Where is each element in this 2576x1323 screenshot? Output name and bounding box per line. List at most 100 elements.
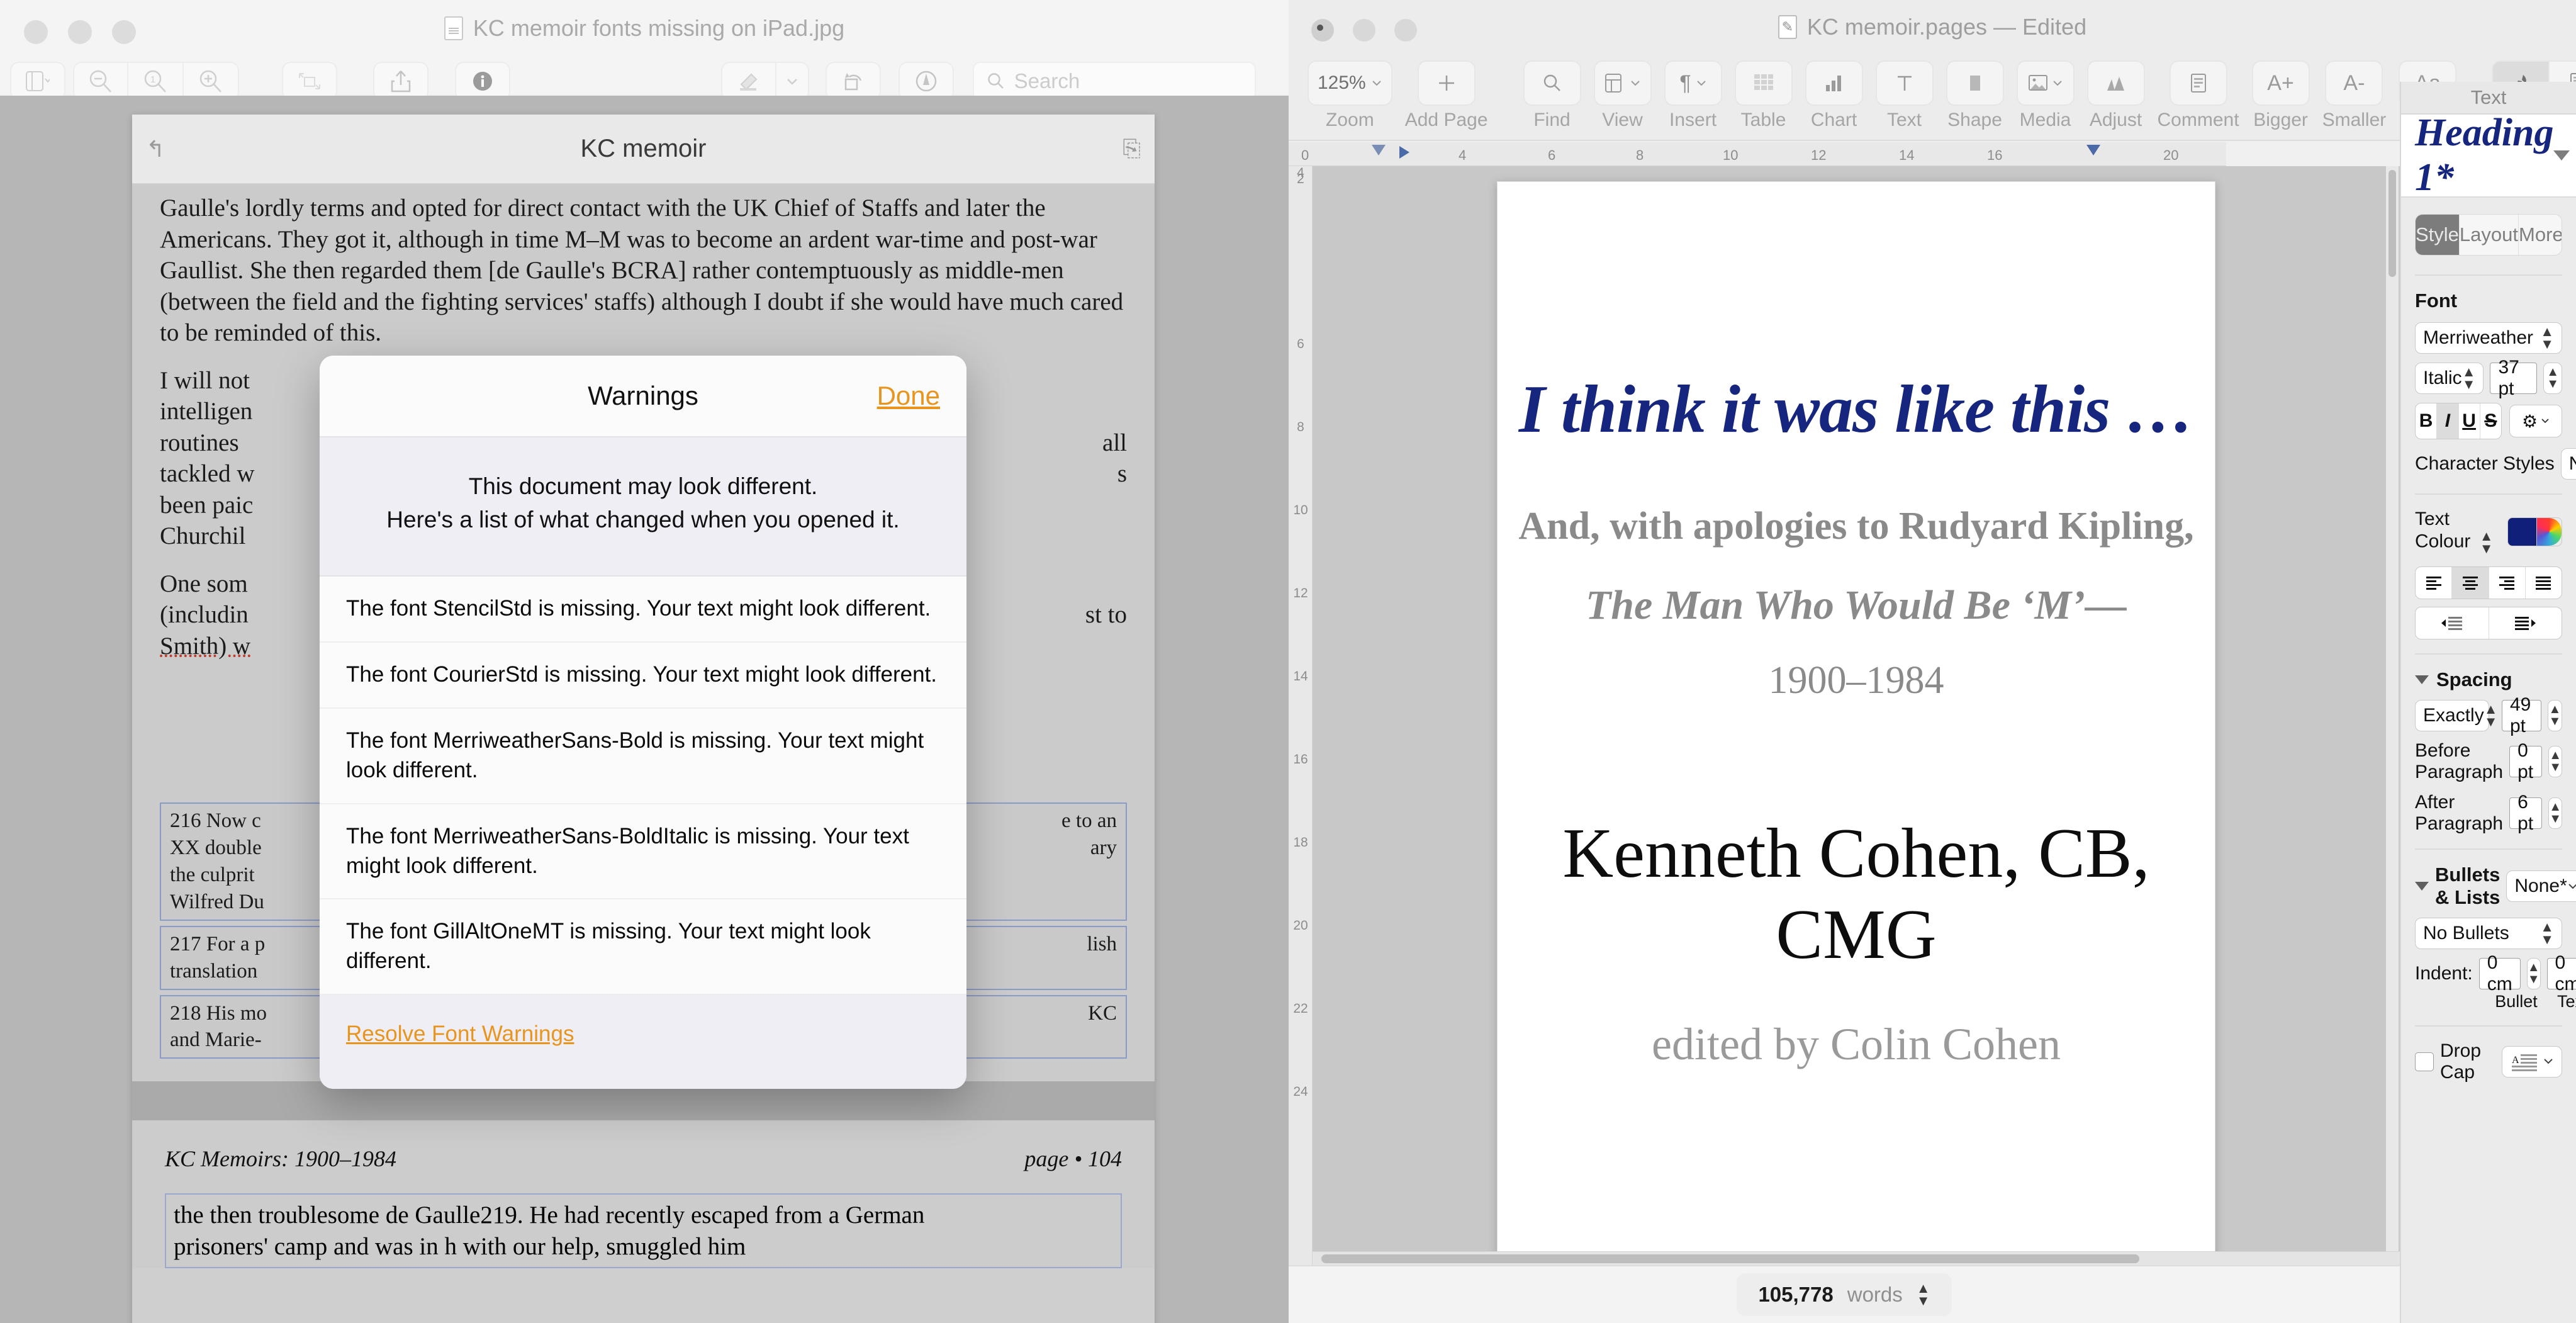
chart-button[interactable] <box>1805 60 1863 106</box>
warning-item[interactable]: The font StencilStd is missing. Your tex… <box>320 577 966 643</box>
after-paragraph-field[interactable]: 6 pt <box>2509 792 2543 834</box>
inspector-tabs[interactable]: Style Layout More <box>2415 214 2562 256</box>
zoom-to-fit-button[interactable] <box>282 62 338 101</box>
font-family-select[interactable]: Merriweather ▲ ▼ <box>2415 322 2562 354</box>
bigger-button[interactable]: A+ <box>2251 60 2310 106</box>
bullets-lists-select[interactable]: None* <box>2506 870 2576 902</box>
drop-cap-checkbox[interactable] <box>2415 1052 2434 1071</box>
inspector-button[interactable] <box>454 62 510 101</box>
chevron-down-icon[interactable] <box>2553 150 2570 160</box>
font-emphasis-buttons[interactable]: B I U S <box>2415 403 2502 439</box>
line-spacing-stepper[interactable]: ▲ ▼ <box>2547 699 2562 731</box>
character-styles-select[interactable]: None* <box>2560 448 2576 480</box>
text-button[interactable] <box>1875 60 1934 106</box>
right-indent-marker[interactable] <box>2086 145 2100 155</box>
indent-text-field[interactable]: 0 cm <box>2546 952 2576 994</box>
stepper-icon[interactable]: ▲ ▼ <box>2480 529 2494 556</box>
increase-indent-button[interactable] <box>2488 607 2562 639</box>
text-colour-fill[interactable] <box>2508 517 2536 546</box>
warning-item[interactable]: The font GillAltOneMT is missing. Your t… <box>320 899 966 996</box>
bold-button[interactable]: B <box>2416 403 2436 439</box>
align-justify-button[interactable] <box>2524 566 2562 599</box>
vertical-scrollbar[interactable] <box>2386 166 2399 1251</box>
left-indent-marker[interactable] <box>1372 145 1386 155</box>
warning-item[interactable]: The font MerriweatherSans-BoldItalic is … <box>320 804 966 900</box>
find-button[interactable] <box>1523 60 1581 106</box>
colour-wheel-icon[interactable] <box>2536 517 2562 546</box>
smaller-button[interactable]: A- <box>2325 60 2383 106</box>
markup-button[interactable] <box>898 62 954 101</box>
disclosure-triangle-icon[interactable] <box>2415 881 2429 891</box>
paragraph-style-selector[interactable]: Heading 1* <box>2401 111 2576 199</box>
font-size-stepper[interactable]: ▲ ▼ <box>2543 363 2562 394</box>
highlight-options-button[interactable] <box>776 62 810 101</box>
word-count-stepper[interactable]: ▲ ▼ <box>1917 1281 1930 1308</box>
view-button[interactable] <box>1593 60 1652 106</box>
before-paragraph-field[interactable]: 0 pt <box>2509 740 2543 782</box>
tab-layout[interactable]: Layout <box>2458 215 2518 255</box>
stepper-icon[interactable]: ▲ ▼ <box>2540 920 2554 946</box>
doc-subtitle-2[interactable]: The Man Who Would Be ‘M’— <box>1498 582 2215 629</box>
warning-item[interactable]: The font CourierStd is missing. Your tex… <box>320 643 966 709</box>
doc-subtitle-1[interactable]: And, with apologies to Rudyard Kipling, <box>1498 504 2215 549</box>
strikethrough-button[interactable]: S <box>2479 403 2501 439</box>
font-style-select[interactable]: Italic ▲ ▼ <box>2415 363 2484 394</box>
spacing-disclosure[interactable]: Spacing <box>2415 668 2562 691</box>
doc-subtitle-3[interactable]: 1900–1984 <box>1498 658 2215 703</box>
zoom-popup-button[interactable]: 125% <box>1308 60 1392 106</box>
title-page-sheet[interactable]: I think it was like this … And, with apo… <box>1497 181 2215 1265</box>
line-spacing-mode-select[interactable]: Exactly ▲ ▼ <box>2415 699 2497 731</box>
horizontal-scrollbar[interactable] <box>1313 1251 2400 1265</box>
align-right-button[interactable] <box>2488 566 2525 599</box>
adjust-button[interactable] <box>2086 60 2145 106</box>
stepper-icon[interactable]: ▲ ▼ <box>2484 702 2498 728</box>
indent-buttons[interactable] <box>2415 606 2562 639</box>
pages-document-canvas[interactable]: I think it was like this … And, with apo… <box>1313 166 2400 1265</box>
share-button[interactable] <box>372 62 428 101</box>
paragraph-alignment-buttons[interactable] <box>2415 566 2562 599</box>
first-line-indent-marker[interactable] <box>1399 146 1409 159</box>
rotate-button[interactable] <box>826 62 882 101</box>
word-count-button[interactable]: 105,778 words ▲ ▼ <box>1737 1273 1952 1316</box>
stepper-icon[interactable]: ▲ ▼ <box>2462 365 2476 391</box>
font-options-button[interactable]: ⚙ <box>2509 405 2562 437</box>
before-paragraph-stepper[interactable]: ▲ ▼ <box>2548 745 2562 777</box>
add-page-button[interactable] <box>1417 60 1476 106</box>
ipad-pages-header: ↰ KC memoir ⎘ <box>132 115 1155 184</box>
warnings-done-button[interactable]: Done <box>877 381 940 411</box>
align-left-button[interactable] <box>2416 567 2451 599</box>
after-paragraph-stepper[interactable]: ▲ ▼ <box>2548 797 2562 829</box>
shape-button[interactable] <box>1946 60 2004 106</box>
zoom-actual-size-button[interactable]: 1 <box>128 62 184 101</box>
font-size-field[interactable]: 37 pt <box>2490 357 2538 399</box>
view-button[interactable] <box>10 62 65 101</box>
line-spacing-value-field[interactable]: 49 pt <box>2502 694 2541 736</box>
tab-style[interactable]: Style <box>2416 215 2459 255</box>
indent-bullet-field[interactable]: 0 cm <box>2478 952 2521 994</box>
comment-button[interactable] <box>2169 60 2227 106</box>
disclosure-triangle-icon[interactable] <box>2415 675 2429 684</box>
zoom-out-button[interactable] <box>73 62 128 101</box>
doc-title[interactable]: I think it was like this … <box>1498 371 2215 449</box>
underline-button[interactable]: U <box>2458 403 2480 439</box>
zoom-in-button[interactable] <box>184 62 239 101</box>
media-button[interactable] <box>2016 60 2075 106</box>
text-colour-swatch[interactable] <box>2507 517 2562 546</box>
stepper-icon[interactable]: ▲ ▼ <box>2540 325 2554 351</box>
italic-button[interactable]: I <box>2436 403 2458 439</box>
decrease-indent-button[interactable] <box>2416 607 2489 639</box>
table-button[interactable] <box>1734 60 1793 106</box>
bullet-type-select[interactable]: No Bullets ▲ ▼ <box>2415 917 2562 949</box>
align-center-button[interactable] <box>2451 566 2489 599</box>
search-input[interactable]: Search <box>972 62 1256 101</box>
tab-more[interactable]: More <box>2518 215 2562 255</box>
drop-cap-style-select[interactable]: A <box>2502 1045 2562 1078</box>
doc-editor[interactable]: edited by Colin Cohen <box>1498 1018 2215 1071</box>
doc-author[interactable]: Kenneth Cohen, CB, CMG <box>1498 813 2215 976</box>
horizontal-ruler[interactable]: 0 4 6 8 10 12 14 16 20 <box>1289 142 2226 166</box>
resolve-font-warnings-link[interactable]: Resolve Font Warnings <box>346 1022 574 1046</box>
indent-bullet-stepper[interactable]: ▲ ▼ <box>2526 957 2541 989</box>
highlight-button[interactable] <box>721 62 777 101</box>
insert-button[interactable]: ¶ <box>1664 60 1722 106</box>
warning-item[interactable]: The font MerriweatherSans-Bold is missin… <box>320 709 966 804</box>
